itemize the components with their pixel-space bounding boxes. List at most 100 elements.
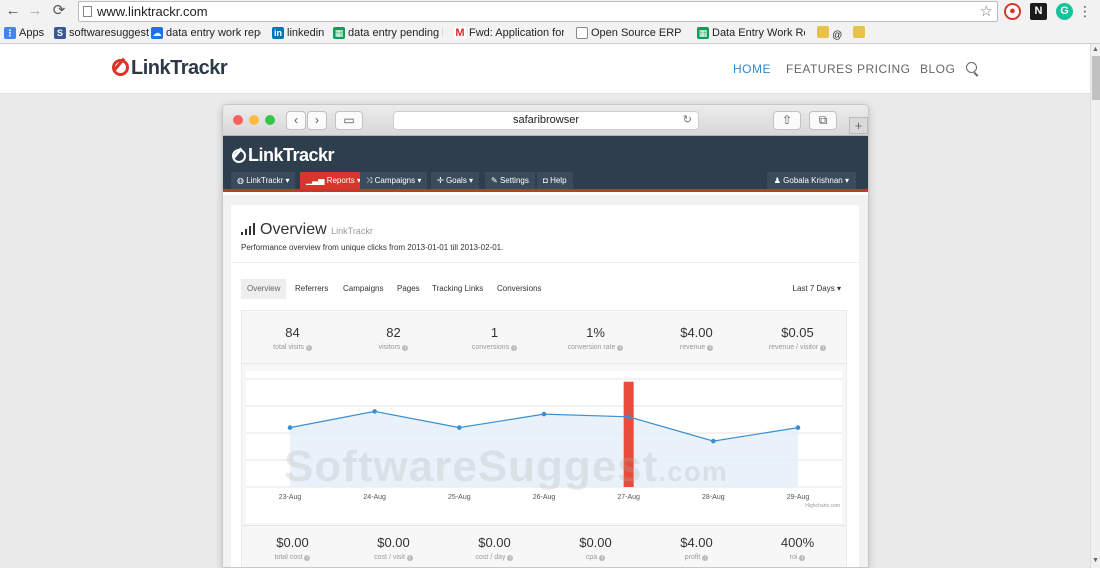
bookmark-open-source-erp[interactable]: Open Source ERP for bbox=[576, 26, 684, 41]
target-extension-icon[interactable]: ● bbox=[1004, 3, 1021, 20]
browser-toolbar: ← → ⟳ www.linktrackr.com ☆ ● N G ⋮ bbox=[0, 0, 1100, 23]
scroll-down-icon[interactable]: ▼ bbox=[1092, 556, 1099, 566]
at-symbol-icon: @ bbox=[832, 30, 843, 41]
bookmark-folder-1[interactable]: @ bbox=[817, 26, 847, 41]
visits-chart: 23-Aug 24-Aug 25-Aug 26-Aug 27-Aug 28-Aug 29-A… bbox=[246, 371, 842, 523]
stat-cpa: $0.00 cpa i bbox=[545, 535, 646, 561]
gmail-favicon-icon: M bbox=[454, 27, 466, 39]
stat-revenue-visitor: $0.05 revenue / visitor i bbox=[747, 325, 848, 351]
wrench-icon: ✎ bbox=[491, 176, 500, 185]
bookmark-label: Fwd: Application for H bbox=[469, 27, 564, 39]
x-tick-label: 26-Aug bbox=[533, 494, 556, 501]
app-nav-label: Campaigns ▾ bbox=[374, 176, 422, 185]
app-content: Overview LinkTrackr Performance overview… bbox=[223, 195, 868, 567]
app-nav-reports: ▁▃▅ Reports ▾ bbox=[300, 172, 367, 189]
nav-blog[interactable]: BLOG bbox=[920, 62, 955, 76]
stat-label: profit i bbox=[646, 554, 747, 561]
search-icon[interactable] bbox=[966, 62, 977, 73]
sheets-favicon-icon: ▦ bbox=[697, 27, 709, 39]
bookmark-folder-2[interactable] bbox=[853, 26, 869, 41]
close-window-icon bbox=[233, 115, 243, 125]
sheets-favicon-icon: ▦ bbox=[333, 27, 345, 39]
bookmark-data-entry-work-report[interactable]: ▦ Data Entry Work Repo bbox=[697, 26, 805, 41]
reload-icon[interactable]: ⟳ bbox=[50, 2, 68, 20]
title-subtitle: LinkTrackr bbox=[331, 226, 373, 236]
user-name: Gobala Krishnan ▾ bbox=[783, 176, 849, 185]
data-point bbox=[457, 425, 462, 430]
data-point bbox=[541, 411, 547, 417]
safari-back-icon: ‹ bbox=[286, 111, 306, 130]
stat-value: $4.00 bbox=[680, 325, 713, 340]
safari-address-bar: safaribrowser ↻ bbox=[393, 111, 699, 130]
bookmark-fwd-application[interactable]: M Fwd: Application for H bbox=[454, 26, 564, 41]
app-nav-goals: ✛ Goals ▾ bbox=[431, 172, 480, 189]
area-fill bbox=[290, 411, 798, 487]
apps-grid-icon: ⋮ bbox=[4, 27, 16, 39]
stats-panel: 84 total visits i 82 visitors i 1 conversions… bbox=[241, 310, 848, 567]
stat-value: $0.00 bbox=[478, 535, 511, 550]
divider bbox=[231, 262, 859, 263]
scroll-thumb[interactable] bbox=[1092, 56, 1100, 100]
address-bar[interactable]: www.linktrackr.com ☆ bbox=[78, 1, 998, 22]
stat-value: 1 bbox=[490, 325, 499, 340]
nav-features[interactable]: FEATURES bbox=[786, 62, 853, 76]
stat-value: 1% bbox=[586, 325, 605, 340]
app-nav-label: Help bbox=[550, 176, 567, 185]
data-point bbox=[287, 425, 293, 430]
x-tick-label: 25-Aug bbox=[448, 494, 471, 501]
user-icon: ♟ bbox=[773, 176, 784, 185]
bookmark-apps[interactable]: ⋮ Apps bbox=[4, 26, 44, 41]
site-logo[interactable]: LinkTrackr bbox=[112, 57, 228, 80]
page-scrollbar[interactable]: ▲ ▼ bbox=[1090, 44, 1100, 568]
stat-roi: 400% roi i bbox=[747, 535, 848, 561]
conversion-bar bbox=[623, 381, 634, 487]
bookmark-linkedin[interactable]: in linkedin bbox=[272, 26, 324, 41]
x-tick-label: 28-Aug bbox=[702, 494, 725, 501]
stat-conversions: 1 conversions i bbox=[444, 325, 545, 351]
site-logo-text: LinkTrackr bbox=[131, 57, 228, 79]
info-icon: i bbox=[511, 345, 518, 351]
stat-conversion-rate: 1% conversion rate i bbox=[545, 325, 646, 351]
date-range-dropdown: Last 7 Days ▾ bbox=[792, 284, 841, 293]
tab-conversions: Conversions bbox=[497, 284, 542, 293]
overview-card: Overview LinkTrackr Performance overview… bbox=[231, 205, 859, 567]
stat-label: conversions i bbox=[444, 344, 545, 351]
bookmark-softwaresuggest[interactable]: S softwaresuggest bbox=[54, 26, 149, 41]
n-extension-icon[interactable]: N bbox=[1030, 3, 1047, 20]
stat-value: 400% bbox=[780, 535, 815, 550]
share-icon: ⇧ bbox=[773, 111, 801, 130]
nav-pricing[interactable]: PRICING bbox=[857, 62, 911, 76]
stat-visitors: 82 visitors i bbox=[343, 325, 444, 351]
stat-total-cost: $0.00 total cost i bbox=[242, 535, 343, 561]
tab-pages: Pages bbox=[397, 284, 420, 293]
maximize-window-icon bbox=[265, 115, 275, 125]
title-text: Overview bbox=[260, 221, 327, 238]
user-menu: ♟ Gobala Krishnan ▾ bbox=[766, 172, 856, 189]
page-favicon-icon bbox=[576, 27, 588, 39]
browser-menu-icon[interactable]: ⋮ bbox=[1078, 3, 1092, 19]
nav-home[interactable]: HOME bbox=[733, 62, 771, 76]
crosshair-icon: ✛ bbox=[437, 176, 446, 185]
scroll-up-icon[interactable]: ▲ bbox=[1092, 45, 1099, 55]
app-nav-label: LinkTrackr ▾ bbox=[246, 176, 290, 185]
app-nav-settings: ✎ Settings bbox=[485, 172, 535, 189]
app-nav-label: Goals ▾ bbox=[445, 176, 474, 185]
stat-label: conversion rate i bbox=[545, 344, 646, 351]
folder-icon bbox=[853, 26, 865, 38]
stats-divider bbox=[242, 525, 846, 526]
forward-icon[interactable]: → bbox=[26, 2, 44, 20]
bookmark-data-entry-work[interactable]: ☁ data entry work repo bbox=[151, 26, 261, 41]
back-icon[interactable]: ← bbox=[4, 2, 22, 20]
x-tick-label: 29-Aug bbox=[787, 494, 810, 501]
cloud-favicon-icon: ☁ bbox=[151, 27, 163, 39]
bookmark-data-entry-pending[interactable]: ▦ data entry pending lis bbox=[333, 26, 443, 41]
safari-url-text: safaribrowser bbox=[512, 114, 580, 126]
grammarly-extension-icon[interactable]: G bbox=[1056, 3, 1073, 20]
x-tick-label: 24-Aug bbox=[363, 494, 386, 501]
stat-label: total visits i bbox=[242, 344, 343, 351]
page-title: Overview LinkTrackr bbox=[241, 221, 373, 239]
stat-value: $0.00 bbox=[377, 535, 410, 550]
bookmark-star-icon[interactable]: ☆ bbox=[980, 2, 993, 21]
info-icon: i bbox=[406, 555, 413, 561]
tab-campaigns: Campaigns bbox=[343, 284, 384, 293]
